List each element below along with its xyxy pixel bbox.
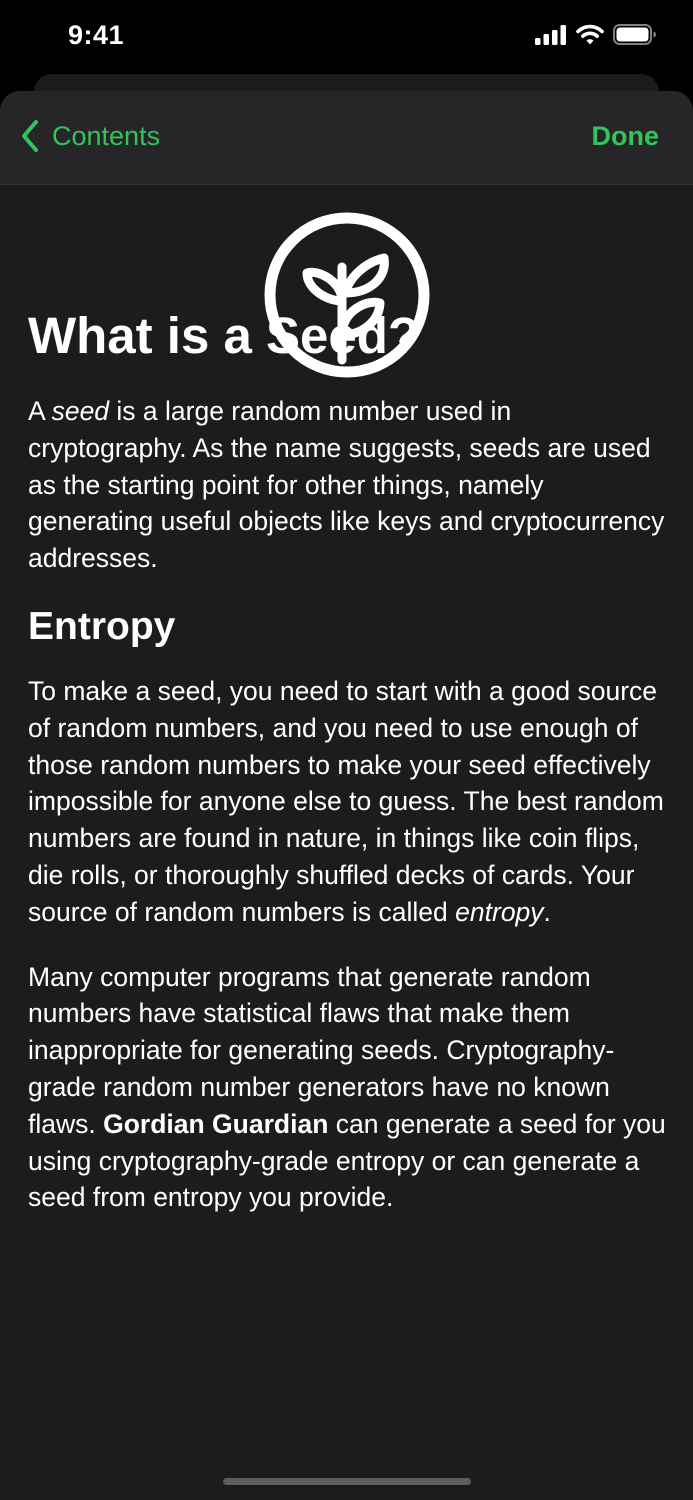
back-button-label: Contents xyxy=(52,120,161,151)
contents-back-button[interactable]: Contents xyxy=(20,119,160,153)
app-name: Gordian Guardian xyxy=(103,1108,329,1139)
cellular-signal-icon xyxy=(535,24,566,45)
intro-paragraph: A seed is a large random number used in … xyxy=(28,396,665,574)
home-indicator[interactable] xyxy=(223,1478,471,1485)
chevron-left-icon xyxy=(22,120,38,152)
entropy-paragraph: To make a seed, you need to start with a… xyxy=(28,675,664,927)
page-title: What is a Seed? xyxy=(28,307,420,364)
status-time: 9:41 xyxy=(68,20,125,50)
seed-term: seed xyxy=(51,396,110,426)
generators-paragraph: Many computer programs that generate ran… xyxy=(28,961,666,1213)
article: What is a Seed? A seed is a large random… xyxy=(28,305,668,1216)
battery-icon xyxy=(613,24,656,45)
wifi-icon xyxy=(576,24,604,45)
status-bar: 9:41 xyxy=(0,0,693,75)
navigation-bar: Contents Done xyxy=(0,91,693,185)
section-heading-entropy: Entropy xyxy=(28,604,176,648)
entropy-term: entropy xyxy=(455,896,544,927)
status-icons xyxy=(535,24,657,45)
done-button[interactable]: Done xyxy=(592,121,660,152)
